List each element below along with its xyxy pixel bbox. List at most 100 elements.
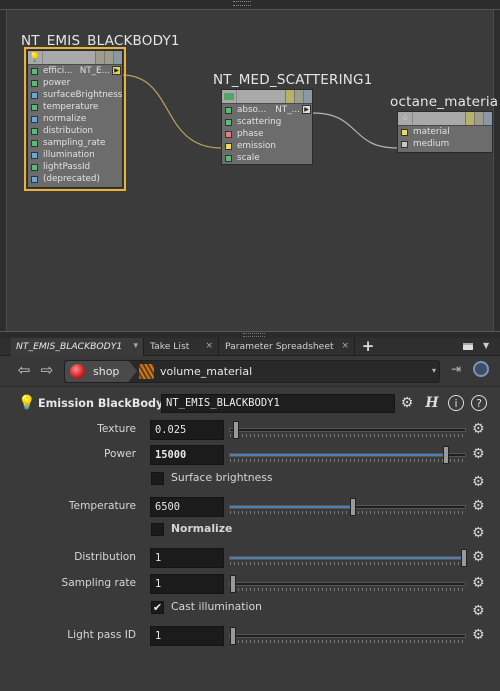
display-flag[interactable] bbox=[483, 112, 492, 125]
param-slider[interactable] bbox=[229, 498, 466, 516]
display-flag[interactable] bbox=[303, 90, 312, 103]
node-input-port[interactable]: medium bbox=[398, 138, 492, 150]
node-input-port[interactable]: temperature bbox=[28, 101, 122, 113]
node-input-port[interactable]: lightPassId bbox=[28, 161, 122, 173]
pane-layout-icon[interactable] bbox=[463, 343, 473, 350]
node-header[interactable] bbox=[222, 90, 312, 104]
node-header[interactable]: ⁘ bbox=[398, 112, 492, 126]
close-icon[interactable]: × bbox=[205, 338, 213, 355]
node-header[interactable]: 💡 bbox=[28, 51, 122, 65]
slider-handle[interactable] bbox=[230, 575, 236, 593]
input-connector[interactable] bbox=[31, 139, 38, 147]
node-input-port[interactable]: abso... NT_... ▶ bbox=[222, 104, 312, 116]
houdini-help-icon[interactable]: H bbox=[423, 394, 441, 412]
slider-handle[interactable] bbox=[233, 421, 239, 439]
node-input-port[interactable]: emission bbox=[222, 140, 312, 152]
gear-icon[interactable]: ⚙ bbox=[472, 525, 485, 541]
node-input-port[interactable]: scattering bbox=[222, 116, 312, 128]
node-input-port[interactable]: phase bbox=[222, 128, 312, 140]
input-connector[interactable] bbox=[225, 118, 232, 126]
pane-divider[interactable] bbox=[0, 331, 500, 338]
node-med-scattering[interactable]: abso... NT_... ▶ scattering phase emission sca… bbox=[221, 89, 313, 165]
divider-grip[interactable] bbox=[243, 333, 265, 337]
param-checkbox[interactable] bbox=[151, 472, 164, 485]
output-connector[interactable]: ▶ bbox=[112, 66, 121, 75]
param-checkbox[interactable] bbox=[151, 523, 164, 536]
input-connector[interactable] bbox=[225, 154, 232, 162]
slider-handle[interactable] bbox=[350, 498, 356, 516]
gear-icon[interactable]: ⚙ bbox=[472, 446, 485, 462]
input-connector[interactable] bbox=[225, 106, 232, 114]
input-connector[interactable] bbox=[31, 91, 38, 99]
param-value-field[interactable]: 15000 bbox=[150, 445, 224, 465]
node-name-field[interactable]: NT_EMIS_BLACKBODY1 bbox=[161, 394, 395, 413]
input-connector[interactable] bbox=[31, 163, 38, 171]
input-connector[interactable] bbox=[225, 130, 232, 138]
add-tab-button[interactable]: + bbox=[361, 338, 375, 356]
input-connector[interactable] bbox=[31, 175, 38, 183]
node-octane-material[interactable]: ⁘ material medium bbox=[397, 111, 493, 153]
node-input-port[interactable]: effici... NT_E... ▶ bbox=[28, 65, 122, 77]
gear-icon[interactable]: ⚙ bbox=[398, 394, 416, 412]
tab-take-list[interactable]: Take List × bbox=[145, 338, 219, 356]
input-connector[interactable] bbox=[31, 67, 38, 75]
param-slider[interactable] bbox=[229, 627, 466, 645]
tab-parameters[interactable]: NT_EMIS_BLACKBODY1 ▾ bbox=[11, 338, 144, 356]
slider-handle[interactable] bbox=[230, 627, 236, 645]
gear-icon[interactable]: ⚙ bbox=[472, 421, 485, 437]
slider-handle[interactable] bbox=[461, 549, 467, 567]
lock-flag[interactable] bbox=[104, 51, 113, 64]
param-value-field[interactable]: 1 bbox=[150, 574, 224, 594]
param-value-field[interactable]: 1 bbox=[150, 548, 224, 568]
gear-icon[interactable]: ⚙ bbox=[472, 603, 485, 619]
chevron-down-icon[interactable]: ▼ bbox=[483, 341, 489, 350]
gear-icon[interactable]: ⚙ bbox=[472, 498, 485, 514]
chevron-down-icon[interactable]: ▾ bbox=[432, 366, 436, 375]
pin-icon[interactable]: ⇥ bbox=[451, 362, 461, 376]
gear-icon[interactable]: ⚙ bbox=[472, 627, 485, 643]
forward-arrow-icon[interactable]: ⇨ bbox=[38, 362, 56, 380]
node-input-port[interactable]: material bbox=[398, 126, 492, 138]
node-title-octane-material[interactable]: octane_materia bbox=[390, 94, 498, 110]
param-slider[interactable] bbox=[229, 549, 467, 567]
breadcrumb-shop[interactable]: shop bbox=[65, 361, 129, 382]
node-input-port[interactable]: normalize bbox=[28, 113, 122, 125]
display-flag[interactable] bbox=[113, 51, 122, 64]
node-input-port[interactable]: distribution bbox=[28, 125, 122, 137]
input-connector[interactable] bbox=[31, 115, 38, 123]
gear-icon[interactable]: ⚙ bbox=[472, 549, 485, 565]
node-emis-blackbody[interactable]: 💡 effici... NT_E... ▶ power surfaceBrightnes… bbox=[24, 47, 126, 191]
node-title-med-scattering[interactable]: NT_MED_SCATTERING1 bbox=[213, 72, 373, 88]
tab-menu-icon[interactable]: ▾ bbox=[133, 338, 138, 355]
param-slider[interactable] bbox=[229, 575, 466, 593]
input-connector[interactable] bbox=[31, 151, 38, 159]
gear-icon[interactable]: ⚙ bbox=[472, 575, 485, 591]
node-input-port[interactable]: scale bbox=[222, 152, 312, 164]
gear-icon[interactable]: ⚙ bbox=[472, 474, 485, 490]
slider-handle[interactable] bbox=[443, 446, 449, 464]
bypass-flag[interactable] bbox=[465, 112, 474, 125]
param-checkbox[interactable]: ✔ bbox=[151, 601, 164, 614]
back-arrow-icon[interactable]: ⇦ bbox=[15, 362, 33, 380]
node-title-emis-blackbody[interactable]: NT_EMIS_BLACKBODY1 bbox=[21, 33, 180, 49]
param-slider[interactable] bbox=[229, 421, 466, 439]
param-value-field[interactable]: 6500 bbox=[150, 497, 224, 517]
lock-flag[interactable] bbox=[474, 112, 483, 125]
input-connector[interactable] bbox=[31, 103, 38, 111]
param-value-field[interactable]: 0.025 bbox=[150, 420, 224, 440]
input-connector[interactable] bbox=[31, 79, 38, 87]
param-value-field[interactable]: 1 bbox=[150, 626, 224, 646]
input-connector[interactable] bbox=[401, 140, 408, 148]
network-editor[interactable]: NT_EMIS_BLACKBODY1 💡 effici... NT_E... ▶ po… bbox=[0, 0, 500, 331]
param-slider[interactable] bbox=[229, 446, 466, 464]
bypass-flag[interactable] bbox=[285, 90, 294, 103]
tab-parameter-spreadsheet[interactable]: Parameter Spreadsheet × bbox=[220, 338, 355, 356]
close-icon[interactable]: × bbox=[341, 338, 349, 355]
input-connector[interactable] bbox=[401, 128, 408, 136]
output-connector[interactable]: ▶ bbox=[302, 105, 311, 114]
lock-flag[interactable] bbox=[294, 90, 303, 103]
input-connector[interactable] bbox=[225, 142, 232, 150]
input-connector[interactable] bbox=[31, 127, 38, 135]
info-icon[interactable]: i bbox=[448, 395, 464, 411]
help-icon[interactable]: ? bbox=[471, 395, 487, 411]
